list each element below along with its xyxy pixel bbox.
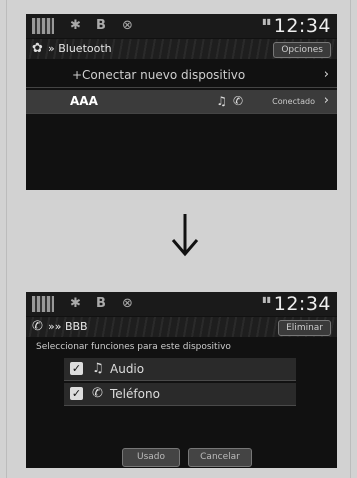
device-row-aaa[interactable]: AAA ♫ ✆ Conectado › <box>26 90 337 114</box>
list-item-label: +Conectar nuevo dispositivo <box>72 68 246 82</box>
ok-button[interactable]: Usado <box>122 448 180 467</box>
chevron-right-icon: › <box>323 93 329 108</box>
qr-icon <box>32 296 54 312</box>
breadcrumb-chevron-icon: » <box>48 42 55 55</box>
page-title: Bluetooth <box>58 42 112 55</box>
device-status: Conectado <box>272 97 315 106</box>
option-audio[interactable]: ✓ ♫ Audio <box>64 358 296 381</box>
phone-icon: ✆ <box>232 94 243 108</box>
title-bar: ✆ »» BBB Eliminar <box>26 317 337 337</box>
delete-button[interactable]: Eliminar <box>278 320 331 336</box>
arrow-down-icon <box>171 214 199 257</box>
connection-icon: ⊗ <box>122 296 133 311</box>
chevron-right-icon: › <box>323 67 329 82</box>
bluetooth-status-icon: ✱ <box>70 296 81 311</box>
signal-icon: ▮▮ <box>262 17 271 26</box>
breadcrumb-chevron-icon: »» <box>48 320 62 333</box>
hint-text: Seleccionar funciones para este disposit… <box>36 342 231 352</box>
connect-new-device-row[interactable]: +Conectar nuevo dispositivo › <box>26 64 337 88</box>
option-phone[interactable]: ✓ ✆ Teléfono <box>64 383 296 406</box>
gear-icon: ✿ <box>32 41 43 56</box>
checkbox-audio[interactable]: ✓ <box>70 362 83 375</box>
phone-icon: ✆ <box>92 386 103 401</box>
bluetooth-phone-icon: B <box>96 18 106 33</box>
bluetooth-status-icon: ✱ <box>70 18 81 33</box>
page-border-left <box>6 0 7 478</box>
title-bar: ✿ » Bluetooth Opciones <box>26 39 337 59</box>
page-title: BBB <box>64 320 88 333</box>
option-label: Teléfono <box>110 387 160 401</box>
music-note-icon: ♫ <box>92 361 104 376</box>
status-bar: ✱ B ⊗ ▮▮ 12:34 <box>26 14 337 38</box>
device-name: AAA <box>70 94 98 108</box>
music-note-icon: ♫ <box>216 94 227 108</box>
clock: 12:34 <box>273 293 331 315</box>
options-button[interactable]: Opciones <box>273 42 331 58</box>
checkbox-phone[interactable]: ✓ <box>70 387 83 400</box>
device-settings-screen: ✱ B ⊗ ▮▮ 12:34 ✆ »» BBB Eliminar Selecci… <box>26 292 337 468</box>
signal-icon: ▮▮ <box>262 295 271 304</box>
option-label: Audio <box>110 362 145 376</box>
status-bar: ✱ B ⊗ ▮▮ 12:34 <box>26 292 337 316</box>
page-border-right <box>350 0 351 478</box>
cancel-button[interactable]: Cancelar <box>188 448 252 467</box>
qr-icon <box>32 18 54 34</box>
bluetooth-phone-icon: B <box>96 296 106 311</box>
connection-icon: ⊗ <box>122 18 133 33</box>
bluetooth-screen: ✱ B ⊗ ▮▮ 12:34 ✿ » Bluetooth Opciones +C… <box>26 14 337 190</box>
phone-icon: ✆ <box>32 319 43 334</box>
clock: 12:34 <box>273 15 331 37</box>
